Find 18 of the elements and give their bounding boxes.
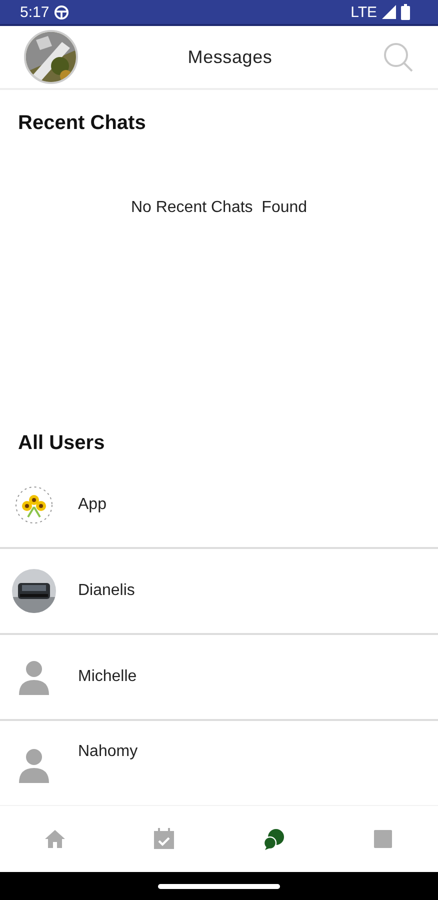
status-time: 5:17 xyxy=(20,4,50,20)
search-icon[interactable] xyxy=(382,41,414,73)
user-name[interactable]: App xyxy=(78,496,106,514)
chat-bubbles-icon xyxy=(262,827,286,851)
empty-message: No Recent Chats Found xyxy=(130,199,308,217)
user-name[interactable]: Michelle xyxy=(78,668,137,686)
home-icon xyxy=(42,827,67,851)
section-title: All Users xyxy=(17,432,106,456)
steering-wheel-icon xyxy=(54,4,70,20)
calendar-check-icon xyxy=(152,827,176,851)
signal-icon xyxy=(382,5,396,19)
user-name[interactable]: Dianelis xyxy=(78,582,135,600)
user-name[interactable]: Nahomy xyxy=(78,743,138,761)
section-title: Recent Chats xyxy=(17,112,147,135)
network-label: LTE xyxy=(350,4,377,20)
screen-title: Messages xyxy=(188,46,272,68)
battery-icon xyxy=(401,4,410,20)
home-gesture-handle[interactable] xyxy=(158,884,280,888)
